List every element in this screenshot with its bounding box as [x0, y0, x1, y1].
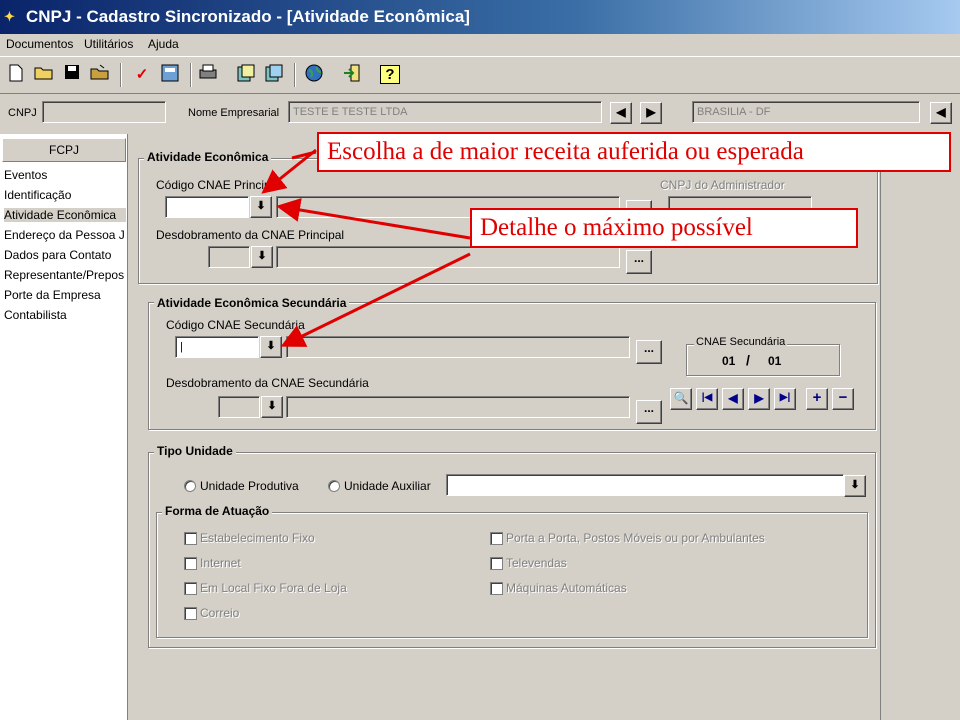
arrow-to-codigo-cnae	[261, 148, 317, 194]
arrow-to-atividade-title	[291, 150, 317, 160]
callout-arrows	[261, 148, 471, 347]
arrow-to-codigo-field	[276, 198, 471, 240]
arrow-to-codigo-secundaria	[280, 252, 471, 347]
